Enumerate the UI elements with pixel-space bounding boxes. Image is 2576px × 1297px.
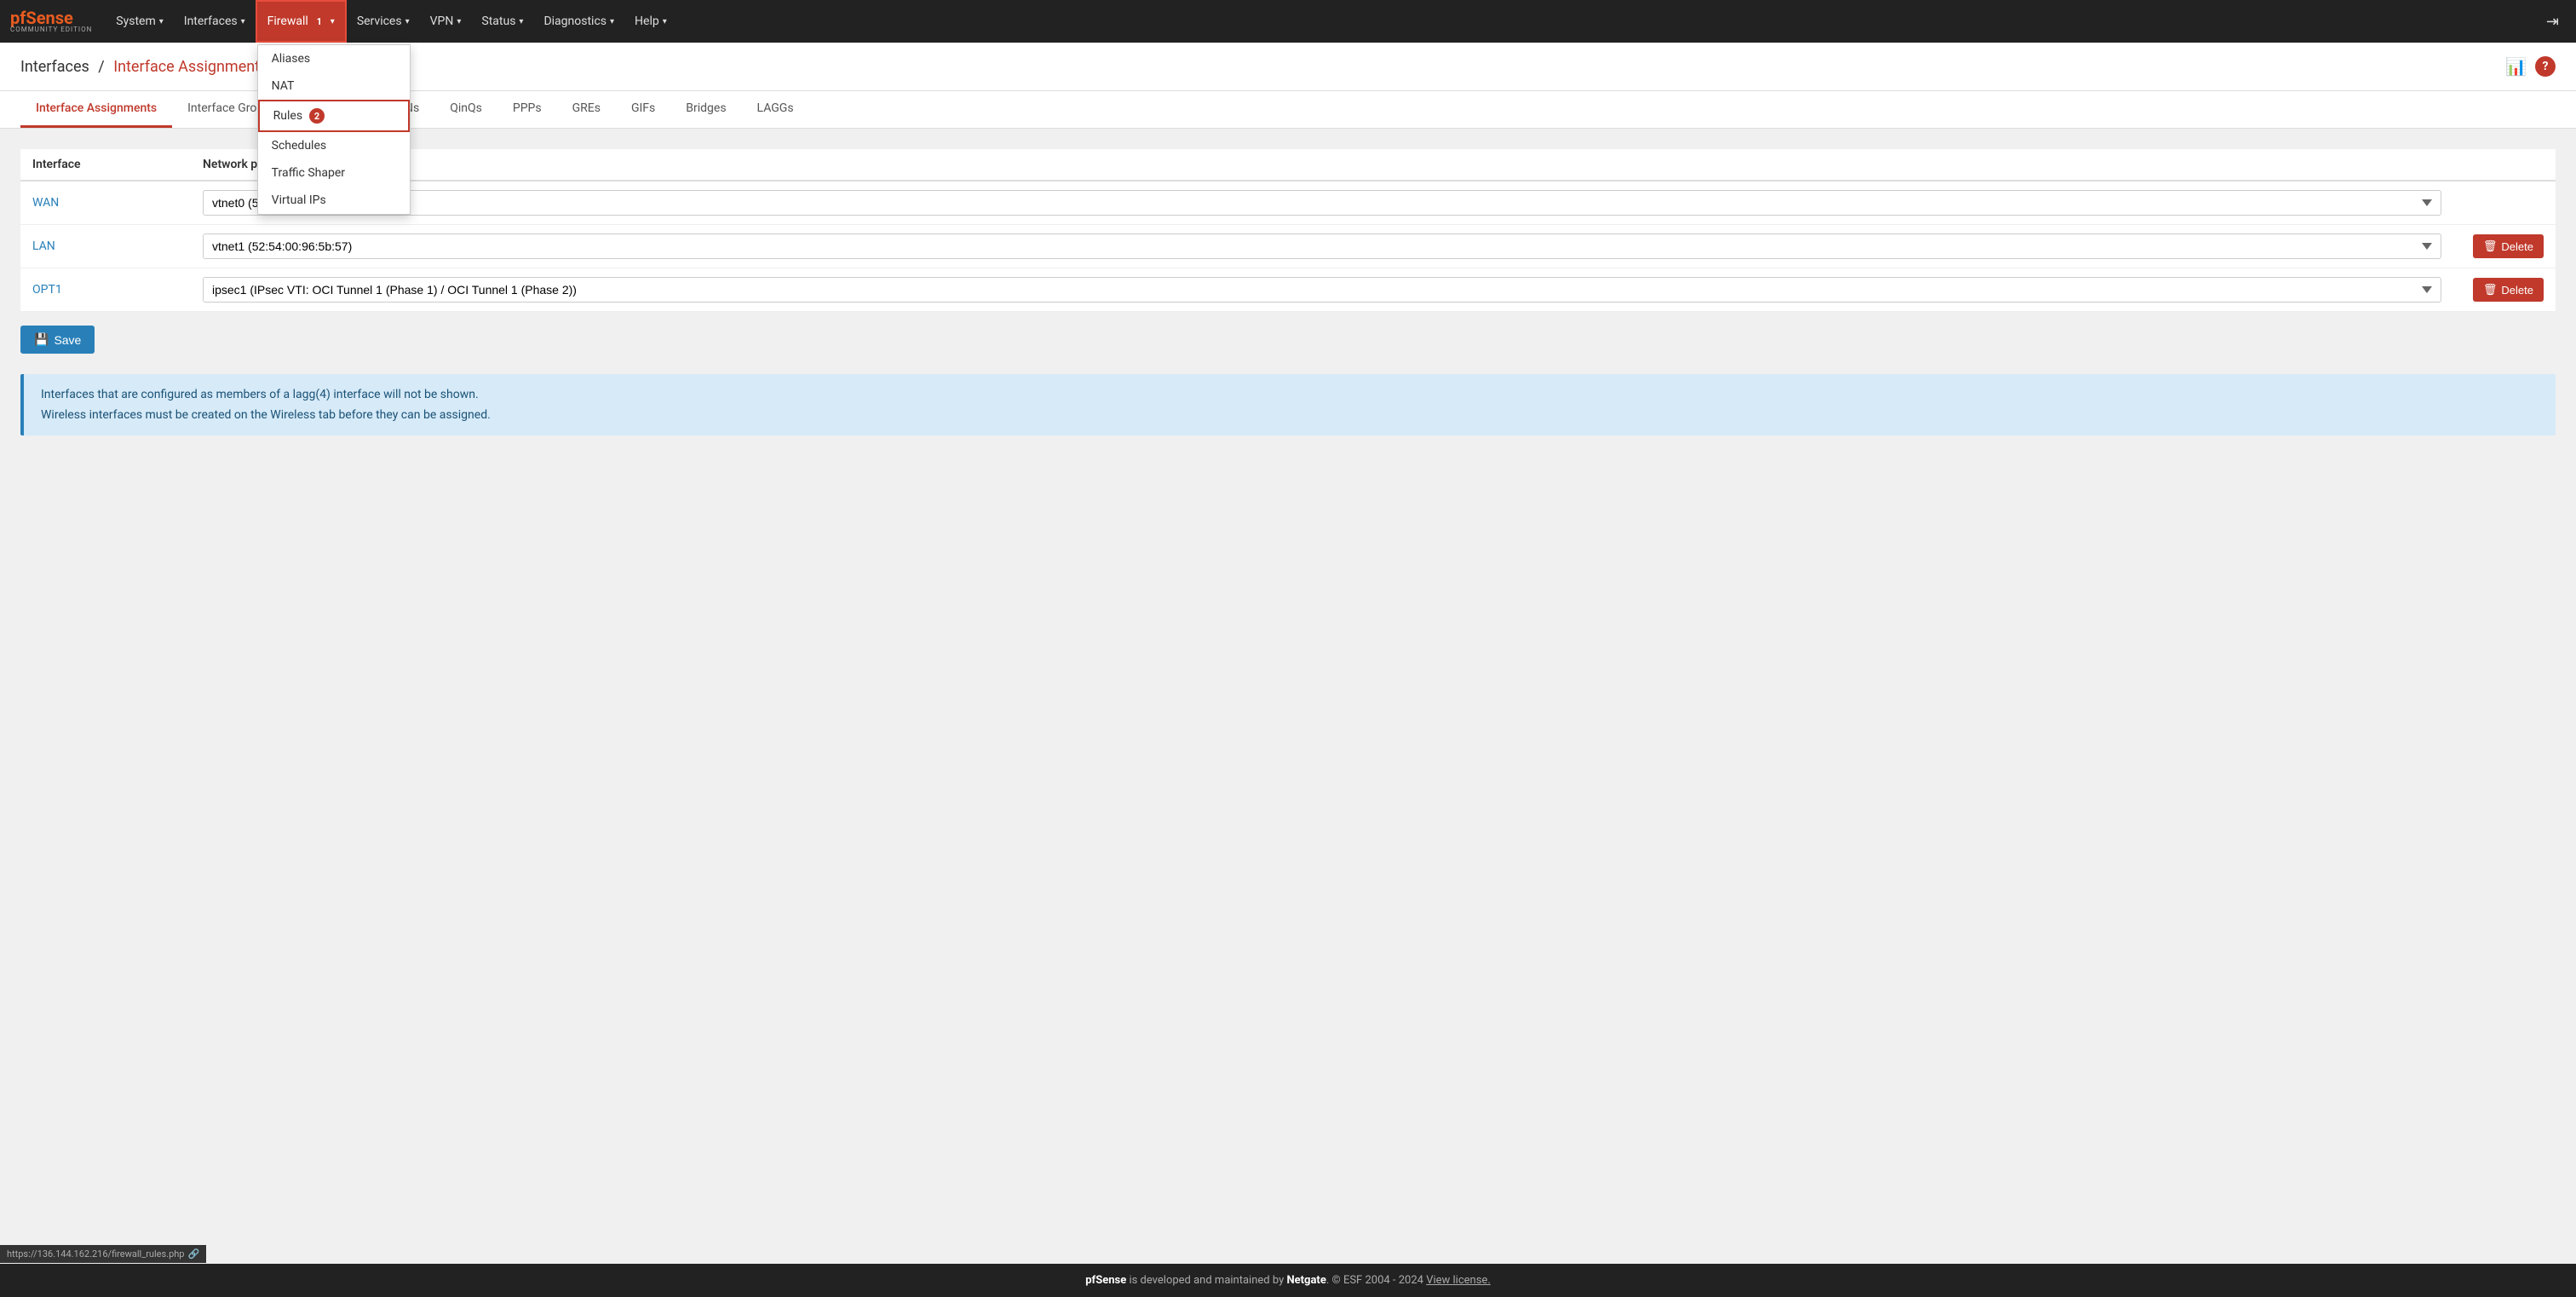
tab-interface-assignments[interactable]: Interface Assignments (20, 91, 172, 128)
tab-laggs[interactable]: LAGGs (742, 91, 809, 128)
port-cell-lan: vtnet1 (52:54:00:96:5b:57) (191, 225, 2453, 268)
breadcrumb-parent: Interfaces (20, 58, 89, 76)
diagnostics-caret-icon: ▾ (610, 17, 614, 26)
breadcrumb: Interfaces / Interface Assignments (20, 58, 267, 76)
tab-gifs[interactable]: GIFs (616, 91, 670, 128)
status-icon: 🔗 (187, 1248, 199, 1260)
chart-icon[interactable]: 📊 (2505, 56, 2527, 77)
delete-button-opt1[interactable]: 🗑 Delete (2473, 278, 2544, 302)
interface-link-lan[interactable]: LAN (32, 239, 55, 253)
tab-bridges[interactable]: Bridges (670, 91, 741, 128)
interface-link-wan[interactable]: WAN (32, 196, 59, 210)
help-caret-icon: ▾ (663, 17, 667, 26)
pfsense-logo: pfSense Community Edition (10, 9, 92, 33)
firewall-caret-icon: ▾ (331, 17, 335, 26)
table-row: LAN vtnet1 (52:54:00:96:5b:57) 🗑 Delete (20, 225, 2556, 268)
footer-license-link[interactable]: View license. (1426, 1274, 1491, 1287)
system-caret-icon: ▾ (159, 17, 164, 26)
dropdown-traffic-shaper[interactable]: Traffic Shaper (258, 159, 410, 187)
dropdown-rules[interactable]: Rules 2 (258, 100, 410, 132)
tab-qinqs[interactable]: QinQs (434, 91, 497, 128)
interface-cell-opt1: OPT1 (20, 268, 191, 312)
nav-services[interactable]: Services ▾ (347, 0, 420, 43)
action-cell-lan: 🗑 Delete (2453, 225, 2556, 268)
port-select-opt1[interactable]: ipsec1 (IPsec VTI: OCI Tunnel 1 (Phase 1… (203, 277, 2441, 303)
tab-gres[interactable]: GREs (557, 91, 616, 128)
info-message-1: Interfaces that are configured as member… (41, 388, 2539, 401)
firewall-dropdown: Aliases NAT Rules 2 Schedules Traffic Sh… (257, 44, 411, 215)
breadcrumb-current: Interface Assignments (113, 58, 267, 76)
interface-cell-lan: LAN (20, 225, 191, 268)
navbar: pfSense Community Edition System ▾ Inter… (0, 0, 2576, 43)
footer: pfSense is developed and maintained by N… (0, 1264, 2576, 1297)
services-caret-icon: ▾ (405, 17, 410, 26)
footer-pfsense: pfSense is developed and maintained by N… (1085, 1274, 1491, 1287)
col-header-network-port: Network port (191, 149, 2453, 181)
vpn-caret-icon: ▾ (457, 17, 461, 26)
save-button[interactable]: 💾 Save (20, 326, 95, 354)
port-select-lan[interactable]: vtnet1 (52:54:00:96:5b:57) (203, 233, 2441, 259)
col-header-interface: Interface (20, 149, 191, 181)
interface-cell-wan: WAN (20, 181, 191, 225)
interfaces-caret-icon: ▾ (241, 17, 245, 26)
nav-firewall[interactable]: Firewall 1 ▾ Aliases NAT Rules 2 Schedul… (256, 0, 347, 43)
firewall-badge: 1 (312, 14, 327, 29)
action-cell-wan (2453, 181, 2556, 225)
nav-help[interactable]: Help ▾ (624, 0, 677, 43)
logo-main: pfSense (10, 9, 92, 26)
rules-badge: 2 (309, 108, 325, 124)
trash-icon-opt1: 🗑 (2483, 283, 2498, 297)
save-icon: 💾 (34, 332, 49, 347)
help-icon[interactable]: ? (2535, 56, 2556, 77)
nav-status[interactable]: Status ▾ (471, 0, 533, 43)
nav-diagnostics[interactable]: Diagnostics ▾ (533, 0, 624, 43)
tab-ppps[interactable]: PPPs (497, 91, 557, 128)
action-cell-opt1: 🗑 Delete (2453, 268, 2556, 312)
nav-system[interactable]: System ▾ (106, 0, 173, 43)
col-header-action (2453, 149, 2556, 181)
nav-items: System ▾ Interfaces ▾ Firewall 1 ▾ Alias… (106, 0, 2539, 43)
table-row: OPT1 ipsec1 (IPsec VTI: OCI Tunnel 1 (Ph… (20, 268, 2556, 312)
brand: pfSense Community Edition (10, 9, 92, 33)
dropdown-aliases[interactable]: Aliases (258, 45, 410, 72)
dropdown-nat[interactable]: NAT (258, 72, 410, 100)
delete-button-lan[interactable]: 🗑 Delete (2473, 234, 2544, 258)
status-url: https://136.144.162.216/firewall_rules.p… (7, 1248, 184, 1260)
header-icons: 📊 ? (2505, 56, 2556, 77)
nav-vpn[interactable]: VPN ▾ (420, 0, 472, 43)
interface-link-opt1[interactable]: OPT1 (32, 283, 62, 297)
logout-icon[interactable]: ⇥ (2539, 9, 2566, 34)
dropdown-schedules[interactable]: Schedules (258, 132, 410, 159)
port-cell-opt1: ipsec1 (IPsec VTI: OCI Tunnel 1 (Phase 1… (191, 268, 2453, 312)
logo-sub: Community Edition (10, 26, 92, 33)
trash-icon-lan: 🗑 (2483, 239, 2498, 253)
status-caret-icon: ▾ (519, 17, 523, 26)
nav-interfaces[interactable]: Interfaces ▾ (174, 0, 256, 43)
port-cell-wan: vtnet0 (52:54:00:18:6d:2c) (191, 181, 2453, 225)
port-select-wan[interactable]: vtnet0 (52:54:00:18:6d:2c) (203, 190, 2441, 216)
dropdown-virtual-ips[interactable]: Virtual IPs (258, 187, 410, 214)
info-message-2: Wireless interfaces must be created on t… (41, 408, 2539, 422)
info-box: Interfaces that are configured as member… (20, 374, 2556, 435)
status-bar: https://136.144.162.216/firewall_rules.p… (0, 1245, 206, 1263)
breadcrumb-sep: / (98, 58, 108, 76)
nav-right: ⇥ (2539, 9, 2566, 34)
